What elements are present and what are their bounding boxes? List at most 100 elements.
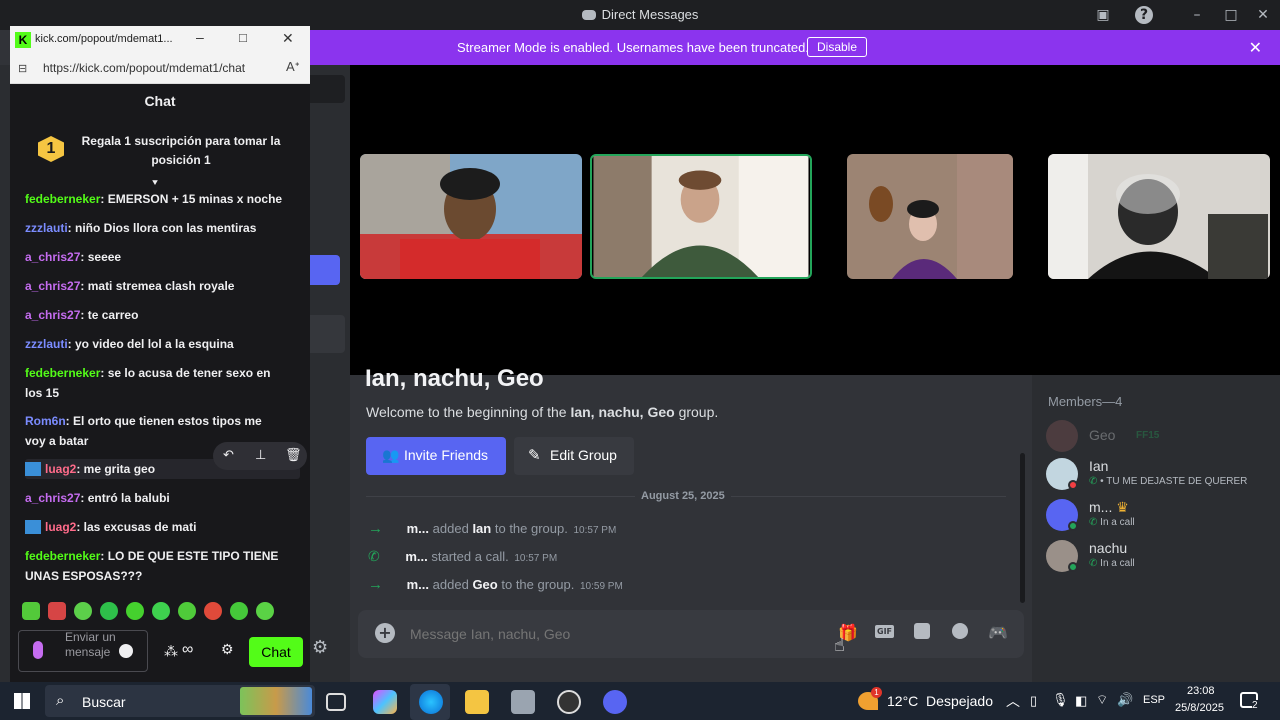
add-user-icon: 👥 <box>382 447 400 463</box>
call-video-area <box>350 65 1280 375</box>
reader-mode-icon[interactable]: Aᐩ <box>286 59 300 75</box>
clock-time[interactable]: 23:08 <box>1187 685 1215 697</box>
chat-message: luag2: las excusas de mati <box>25 517 285 537</box>
clock-date[interactable]: 25/8/2025 <box>1175 702 1224 714</box>
video-tile-3[interactable] <box>847 154 1013 279</box>
popup-url[interactable]: https://kick.com/popout/mdemat1/chat <box>43 61 245 75</box>
emoji-icon[interactable] <box>119 644 133 658</box>
obs-icon[interactable] <box>557 690 581 714</box>
volume-icon[interactable]: 🔊 <box>1117 692 1133 708</box>
member-item[interactable]: Ian ✆ • TU ME DEJASTE DE QUERER <box>1046 458 1276 494</box>
emote-icon[interactable] <box>22 602 40 620</box>
discord-taskbar-icon[interactable] <box>603 690 627 714</box>
help-icon[interactable]: ? <box>1135 6 1153 24</box>
sticker-icon[interactable] <box>914 623 930 639</box>
taskbar-search[interactable]: ⌕ Buscar <box>45 685 315 717</box>
discord-icon <box>581 10 596 20</box>
disable-button[interactable]: Disable <box>807 37 868 57</box>
message-input[interactable] <box>410 622 810 646</box>
chat-message: a_chris27: te carreo <box>25 308 139 322</box>
chat-panel-title: Chat <box>144 93 176 109</box>
task-view-icon[interactable] <box>326 693 346 711</box>
emote-icon[interactable] <box>74 602 92 620</box>
add-attachment-icon[interactable]: + <box>375 623 395 643</box>
edge-browser-icon[interactable] <box>419 690 443 714</box>
chat-message: zzzlauti: niño Dios llora con las mentir… <box>25 221 257 235</box>
emote-icon[interactable] <box>256 602 274 620</box>
send-chat-button[interactable]: Chat <box>249 637 303 667</box>
video-tile-2[interactable] <box>590 154 812 279</box>
drops-icon[interactable]: ⁂ <box>164 643 178 660</box>
inbox-icon[interactable]: ▣ <box>1094 6 1112 24</box>
phone-icon: ✆ <box>1089 476 1098 487</box>
emote-icon[interactable] <box>126 602 144 620</box>
member-item[interactable]: nachu ✆ In a call <box>1046 540 1276 576</box>
wifi-icon[interactable]: ⌔ <box>1096 692 1108 708</box>
delete-icon[interactable]: 🗑 <box>285 447 302 463</box>
message-composer[interactable]: + 🎁 GIF 🎮 <box>358 610 1024 658</box>
notification-count: 2 <box>1252 700 1258 711</box>
chat-message: fedeberneker: LO DE QUE ESTE TIPO TIENE … <box>25 549 279 583</box>
edit-group-button[interactable]: ✎ Edit Group <box>514 437 634 475</box>
phone-icon: ✆ <box>368 548 380 564</box>
group-title: Ian, nachu, Geo <box>365 365 544 392</box>
close-icon[interactable]: ✕ <box>1254 6 1272 24</box>
chat-message: a_chris27: mati stremea clash royale <box>25 279 235 293</box>
popup-minimize-icon[interactable]: – <box>196 29 204 45</box>
popup-maximize-icon[interactable]: □ <box>239 30 247 45</box>
emoji-icon[interactable] <box>952 623 968 639</box>
emote-icon[interactable] <box>178 602 196 620</box>
search-label: Buscar <box>82 694 126 710</box>
badge-icon <box>25 520 41 534</box>
gift-banner[interactable]: 1 Regala 1 suscripción para tomar la pos… <box>10 124 310 189</box>
tray-icon[interactable]: ▯ <box>1030 693 1037 709</box>
windows-start-icon[interactable] <box>14 693 30 709</box>
emote-icon[interactable] <box>152 602 170 620</box>
member-item[interactable]: Geo FF15 <box>1046 420 1276 456</box>
phone-icon: ✆ <box>1089 517 1098 528</box>
infinity-icon[interactable]: ∞ <box>182 641 193 659</box>
video-tile-1[interactable] <box>360 154 582 279</box>
settings-icon[interactable]: ⚙ <box>312 637 328 658</box>
chat-input-box[interactable]: Enviar un mensaje <box>18 630 148 672</box>
arrow-right-icon: → <box>368 576 383 593</box>
weather-text[interactable]: 12°C Despejado <box>887 693 993 709</box>
language-indicator[interactable]: ESP <box>1143 694 1165 706</box>
pin-icon[interactable]: ⊥ <box>255 447 266 463</box>
maximize-icon[interactable]: □ <box>1222 6 1240 24</box>
minimize-icon[interactable]: – <box>1188 6 1206 24</box>
video-tile-4[interactable] <box>1048 154 1270 279</box>
chat-message: zzzlauti: yo video del lol a la esquina <box>25 337 234 351</box>
scrollbar[interactable] <box>1020 453 1025 603</box>
collapse-icon[interactable]: ⯆ <box>151 178 159 189</box>
invite-friends-button[interactable]: 👥 Invite Friends <box>366 437 506 475</box>
copilot-icon[interactable] <box>373 690 397 714</box>
search-icon: ⌕ <box>56 692 65 709</box>
microphone-icon[interactable] <box>33 641 43 659</box>
chat-message: a_chris27: entró la balubi <box>25 491 170 505</box>
avatar <box>1046 420 1078 452</box>
chat-input-placeholder: Enviar un mensaje <box>65 630 116 659</box>
phone-icon: ✆ <box>1089 558 1098 569</box>
settings-icon[interactable]: ⚙ <box>221 641 234 658</box>
emote-icon[interactable] <box>230 602 248 620</box>
emote-icon[interactable] <box>48 602 66 620</box>
emote-icon[interactable] <box>100 602 118 620</box>
banner-message: Streamer Mode is enabled. Usernames have… <box>457 40 809 55</box>
emote-icon[interactable] <box>204 602 222 620</box>
reply-icon[interactable]: ↶ <box>223 447 234 463</box>
streamer-mode-banner: Streamer Mode is enabled. Usernames have… <box>310 30 1280 65</box>
members-header: Members—4 <box>1048 394 1123 409</box>
close-banner-icon[interactable]: ✕ <box>1249 38 1262 58</box>
file-explorer-icon[interactable] <box>465 690 489 714</box>
chevron-up-icon[interactable]: ︿ <box>1006 691 1020 711</box>
member-item[interactable]: m... ♛ ✆ In a call <box>1046 499 1276 535</box>
activities-icon[interactable]: 🎮 <box>988 623 1008 642</box>
app-icon[interactable] <box>511 690 535 714</box>
tray-icon[interactable]: ◧ <box>1075 693 1087 709</box>
chat-message: a_chris27: seeee <box>25 250 122 264</box>
date-divider-label: August 25, 2025 <box>635 490 731 502</box>
gif-icon[interactable]: GIF <box>875 625 895 638</box>
microphone-icon[interactable]: 🎙 <box>1052 692 1069 708</box>
popup-close-icon[interactable]: ✕ <box>282 30 294 47</box>
